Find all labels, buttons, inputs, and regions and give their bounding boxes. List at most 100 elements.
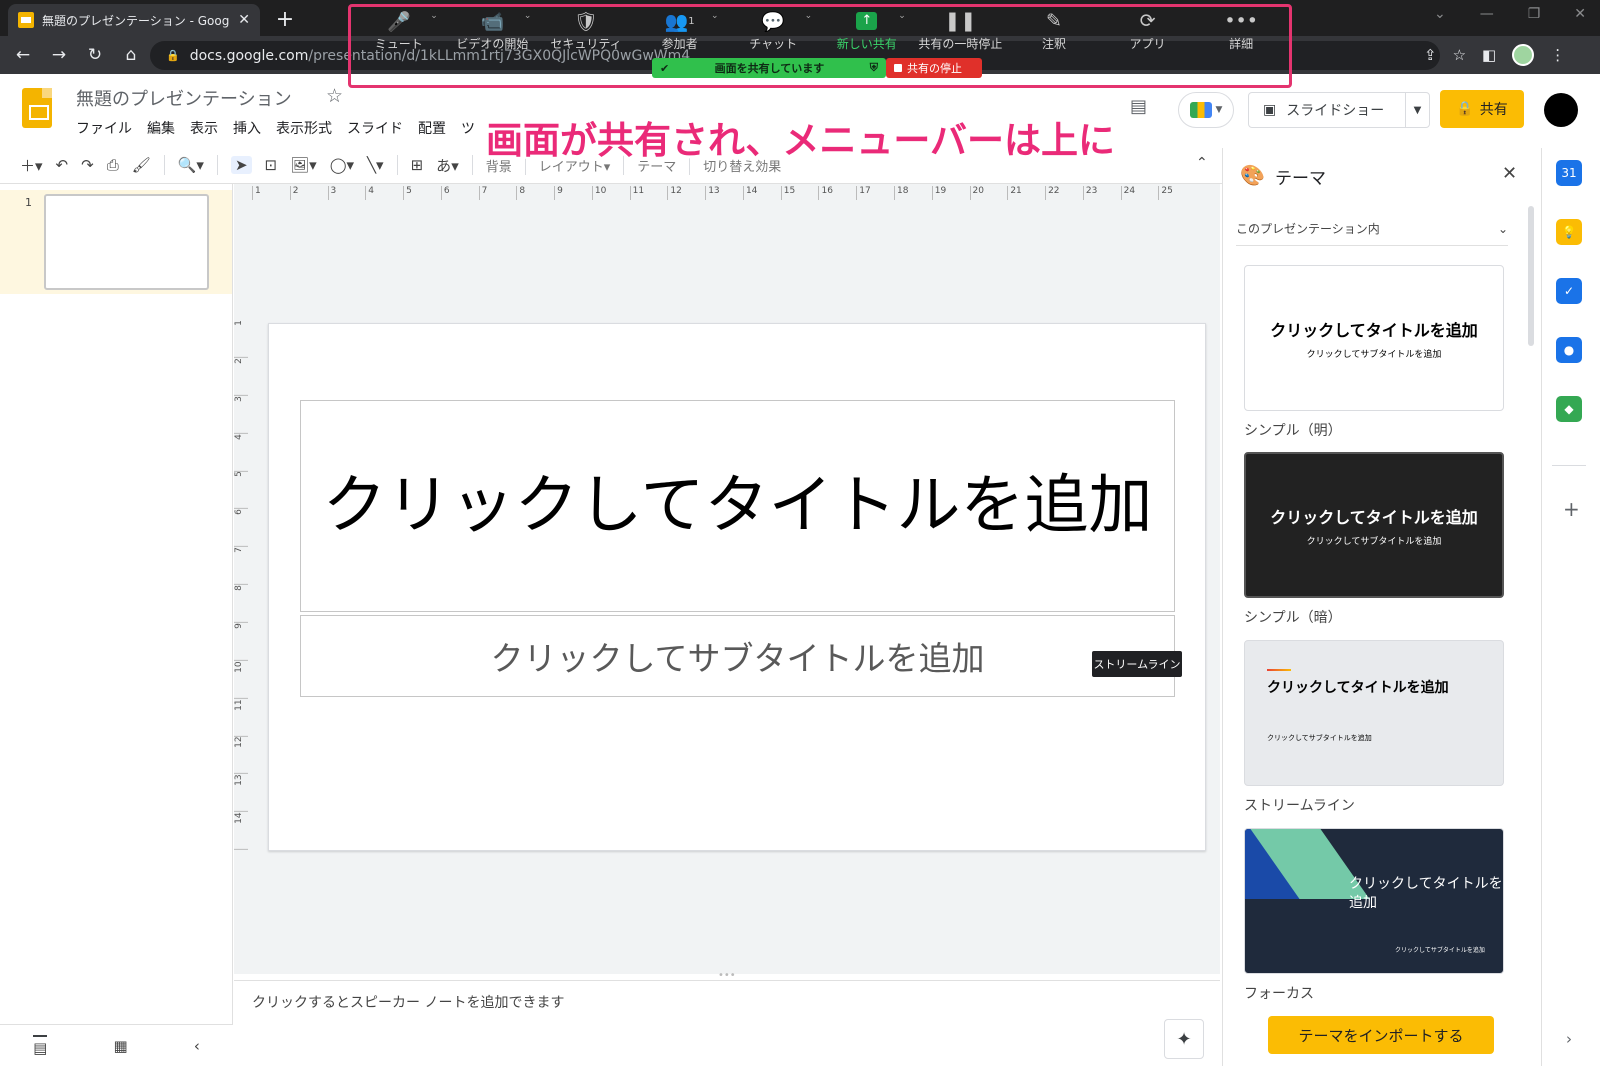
- grid-view-icon[interactable]: ▦: [113, 1037, 127, 1055]
- contacts-icon[interactable]: ●: [1556, 337, 1582, 363]
- ruler-tick: 17: [856, 186, 894, 200]
- share-label: 共有: [1479, 102, 1508, 118]
- menu-item[interactable]: 編集: [147, 118, 175, 138]
- meet-button[interactable]: ▼: [1178, 92, 1234, 128]
- import-theme-button[interactable]: テーマをインポートする: [1268, 1016, 1494, 1054]
- zoom-icon[interactable]: 🔍▾: [178, 156, 204, 174]
- slideshow-button[interactable]: ▣ スライドショー ▼: [1248, 92, 1430, 128]
- browser-menu-icon[interactable]: ⋮: [1550, 46, 1565, 64]
- ruler-tick: 12: [234, 736, 248, 775]
- ruler-tick: 15: [780, 186, 819, 200]
- tab-search-icon[interactable]: ⌄: [1434, 6, 1446, 22]
- ruler-tick: 4: [234, 433, 248, 472]
- back-icon[interactable]: ←: [12, 44, 34, 66]
- minimize-button[interactable]: —: [1480, 6, 1494, 22]
- account-avatar[interactable]: [1544, 93, 1578, 127]
- menu-item[interactable]: 配置: [418, 118, 446, 138]
- filmstrip-view-icon[interactable]: ▤: [33, 1034, 48, 1057]
- paint-format-icon[interactable]: 🖌: [132, 156, 151, 174]
- slide-number: 1: [25, 196, 32, 209]
- theme-scrollbar[interactable]: [1528, 206, 1534, 346]
- select-cursor-icon[interactable]: ➤: [230, 156, 252, 174]
- print-icon[interactable]: ⎙: [107, 156, 119, 174]
- keep-icon[interactable]: 💡: [1556, 219, 1582, 245]
- new-slide-icon[interactable]: ＋▾: [20, 155, 43, 176]
- add-comment-icon[interactable]: ⊞: [411, 156, 424, 174]
- menu-item[interactable]: 挿入: [233, 118, 261, 138]
- theme-name: シンプル（明）: [1244, 423, 1342, 439]
- menu-bar: ファイル 編集 表示 挿入 表示形式 スライド 配置ツ: [76, 118, 475, 138]
- theme-streamline[interactable]: クリックしてタイトルを追加 クリックしてサブタイトルを追加: [1244, 640, 1504, 786]
- slideshow-dropdown-icon[interactable]: ▼: [1405, 93, 1429, 127]
- menu-item[interactable]: ツ: [461, 118, 475, 138]
- ruler-tick: 3: [234, 395, 248, 434]
- ruler-tick: 22: [1045, 186, 1083, 200]
- theme-name: ストリームライン: [1244, 798, 1355, 814]
- expand-panel-icon[interactable]: ›: [1566, 1030, 1572, 1048]
- forward-icon[interactable]: →: [48, 44, 70, 66]
- side-rail-divider: [1552, 465, 1586, 466]
- theme-preview-title: クリックしてタイトルを追加: [1349, 876, 1503, 911]
- slide-thumbnail[interactable]: [44, 194, 209, 290]
- menu-item[interactable]: スライド: [347, 118, 403, 138]
- star-icon[interactable]: ☆: [326, 85, 343, 107]
- redo-icon[interactable]: ↷: [81, 156, 94, 174]
- ime-label: あ: [436, 156, 452, 175]
- collapse-panel-icon[interactable]: ‹: [194, 1037, 200, 1055]
- theme-preview-title: クリックしてタイトルを追加: [1267, 680, 1449, 696]
- sidepanel-icon[interactable]: ◧: [1482, 46, 1496, 64]
- slides-logo[interactable]: [22, 88, 52, 128]
- subtitle-placeholder[interactable]: クリックしてサブタイトルを追加: [300, 615, 1175, 697]
- menu-item[interactable]: 表示形式: [276, 118, 332, 138]
- theme-focus[interactable]: クリックしてタイトルを追加 クリックしてサブタイトルを追加: [1244, 828, 1504, 974]
- window-controls: ⌄ — ❐ ✕: [1434, 6, 1586, 22]
- close-icon[interactable]: ✕: [1502, 163, 1517, 184]
- browser-tab[interactable]: 無題のプレゼンテーション - Google ス ✕: [8, 4, 260, 36]
- image-icon[interactable]: 🖼▾: [290, 156, 317, 174]
- nav-buttons: ← → ↻ ⌂: [12, 44, 142, 66]
- horizontal-ruler[interactable]: 1 2 3 4 5 6 7 8 9 10 11 12 13 14 15 16 17 18 19 20 21 22 23 24 2…: [252, 186, 1196, 200]
- textbox-icon[interactable]: ⊡: [265, 156, 278, 174]
- shape-icon[interactable]: ◯▾: [330, 156, 354, 174]
- theme-simple-dark[interactable]: クリックしてタイトルを追加 クリックしてサブタイトルを追加: [1244, 452, 1504, 598]
- menu-item[interactable]: ファイル: [76, 118, 132, 138]
- ruler-tick: 5: [403, 186, 441, 200]
- input-tools-button[interactable]: あ▾: [436, 155, 459, 176]
- comment-history-icon[interactable]: ▤: [1130, 96, 1147, 117]
- vertical-ruler[interactable]: 1 2 3 4 5 6 7 8 9 10 11 12 13 14: [234, 320, 248, 851]
- calendar-icon[interactable]: 31: [1556, 160, 1582, 186]
- slides-favicon-icon: [18, 12, 34, 28]
- share-page-icon[interactable]: ⇪: [1424, 46, 1437, 64]
- theme-preview-subtitle: クリックしてサブタイトルを追加: [1395, 947, 1485, 954]
- theme-tooltip: ストリームライン: [1092, 651, 1182, 677]
- stop-share-button[interactable]: 共有の停止: [886, 58, 982, 78]
- new-tab-button[interactable]: +: [272, 6, 298, 32]
- theme-scope-dropdown[interactable]: このプレゼンテーション内 ⌄: [1236, 212, 1508, 246]
- menu-item[interactable]: 表示: [190, 118, 218, 138]
- ruler-tick: 14: [234, 812, 248, 851]
- explore-icon[interactable]: ✦: [1164, 1019, 1204, 1059]
- collapse-menu-icon[interactable]: ⌃: [1196, 155, 1208, 171]
- palette-icon: 🎨: [1240, 163, 1265, 187]
- reload-icon[interactable]: ↻: [84, 44, 106, 66]
- title-placeholder[interactable]: クリックしてタイトルを追加: [300, 400, 1175, 612]
- share-button[interactable]: 🔒 共有: [1440, 90, 1524, 128]
- sharing-status-pill[interactable]: ✔ 画面を共有しています ⛨: [652, 58, 886, 78]
- profile-avatar[interactable]: [1512, 44, 1535, 66]
- line-icon[interactable]: ╲▾: [367, 156, 384, 174]
- restore-button[interactable]: ❐: [1528, 6, 1541, 22]
- ruler-tick: 5: [234, 471, 248, 510]
- maps-icon[interactable]: ◆: [1556, 396, 1582, 422]
- add-addon-icon[interactable]: +: [1563, 497, 1580, 521]
- ruler-tick: 25: [1158, 186, 1196, 200]
- close-window-button[interactable]: ✕: [1574, 6, 1586, 22]
- tab-close-icon[interactable]: ✕: [238, 12, 250, 28]
- bookmark-star-icon[interactable]: ☆: [1453, 46, 1466, 64]
- theme-simple-light[interactable]: クリックしてタイトルを追加 クリックしてサブタイトルを追加: [1244, 265, 1504, 411]
- speaker-notes-placeholder[interactable]: クリックするとスピーカー ノートを追加できます: [252, 992, 564, 1012]
- undo-icon[interactable]: ↶: [56, 156, 69, 174]
- document-title[interactable]: 無題のプレゼンテーション: [76, 85, 292, 111]
- tasks-icon[interactable]: ✓: [1556, 278, 1582, 304]
- ruler-tick: 20: [969, 186, 1008, 200]
- home-icon[interactable]: ⌂: [120, 44, 142, 66]
